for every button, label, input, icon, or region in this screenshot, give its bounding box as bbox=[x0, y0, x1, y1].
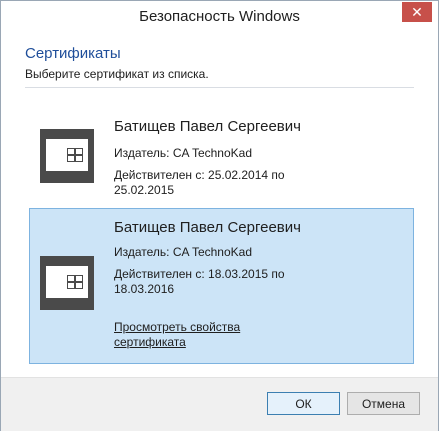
security-dialog: Безопасность Windows ✕ Сертификаты Выбер… bbox=[0, 0, 439, 431]
certificate-owner-name: Батищев Павел Сергеевич bbox=[114, 118, 301, 135]
close-icon: ✕ bbox=[411, 4, 423, 20]
certificate-validity: Действителен с: 18.03.2015 по 18.03.2016 bbox=[114, 267, 285, 296]
certificate-item-1[interactable]: Батищев Павел Сергеевич Издатель: CA Tec… bbox=[30, 110, 413, 205]
dialog-footer: ОК Отмена bbox=[1, 377, 438, 431]
page-subtitle: Выберите сертификат из списка. bbox=[25, 67, 209, 81]
certificate-card-icon bbox=[40, 256, 94, 310]
title-bar[interactable]: Безопасность Windows ✕ bbox=[1, 1, 438, 32]
certificate-card-icon bbox=[40, 129, 94, 183]
window-title: Безопасность Windows bbox=[139, 8, 300, 25]
ok-button[interactable]: ОК bbox=[267, 392, 340, 415]
certificate-item-2-selected[interactable]: Батищев Павел Сергеевич Издатель: CA Tec… bbox=[29, 208, 414, 364]
cancel-button[interactable]: Отмена bbox=[347, 392, 420, 415]
certificate-issuer: Издатель: CA TechnoKad bbox=[114, 146, 253, 160]
certificate-issuer: Издатель: CA TechnoKad bbox=[114, 245, 253, 259]
close-button[interactable]: ✕ bbox=[402, 2, 432, 22]
view-certificate-properties-link[interactable]: Просмотреть свойства сертификата bbox=[114, 320, 284, 350]
page-title: Сертификаты bbox=[25, 45, 121, 62]
certificate-owner-name: Батищев Павел Сергеевич bbox=[114, 219, 301, 236]
header-divider bbox=[25, 87, 414, 88]
certificate-validity: Действителен с: 25.02.2014 по 25.02.2015 bbox=[114, 168, 285, 197]
